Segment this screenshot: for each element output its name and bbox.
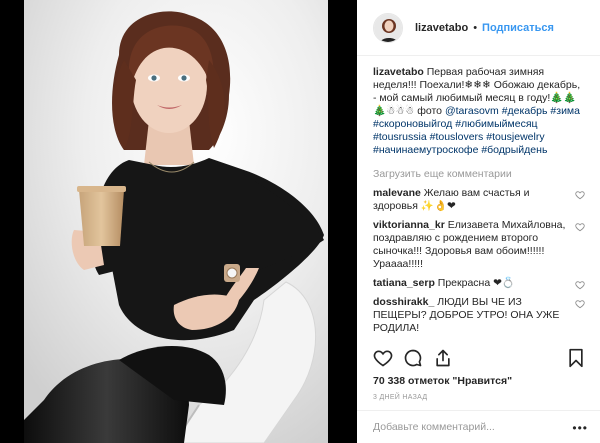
bookmark-icon[interactable] [567, 348, 585, 368]
follow-button[interactable]: Подписаться [482, 22, 554, 34]
header-separator: • [473, 21, 478, 34]
comment-username[interactable]: malevane [373, 187, 421, 199]
header-username[interactable]: lizavetabo [415, 22, 468, 34]
comment-username[interactable]: dosshirakk_ [373, 296, 434, 308]
post-actions [373, 348, 585, 370]
post-timestamp: 3 ДНЕЙ НАЗАД [373, 394, 428, 401]
avatar-image [374, 13, 402, 42]
post-photo[interactable] [24, 0, 328, 443]
small-heart-icon[interactable] [575, 299, 585, 309]
caption-username[interactable]: lizavetabo [373, 66, 424, 78]
post-header: lizavetabo • Подписаться [357, 0, 600, 56]
caption-mention[interactable]: @tarasovm [445, 105, 499, 117]
comment-item: viktorianna_kr Елизавета Михайловна, поз… [373, 219, 585, 271]
comment-item: tatiana_serp Прекрасна ❤💍 [373, 277, 585, 290]
small-heart-icon[interactable] [575, 222, 585, 232]
post-caption: lizavetabo Первая рабочая зимняя неделя!… [373, 66, 585, 157]
small-heart-icon[interactable] [575, 280, 585, 290]
add-comment-input[interactable] [373, 421, 573, 433]
photo-frame-left [0, 0, 24, 443]
speech-bubble-icon[interactable] [403, 348, 423, 368]
photo-illustration [24, 0, 328, 443]
comment-item: malevane Желаю вам счастья и здоровья ✨👌… [373, 187, 585, 213]
load-more-comments-button[interactable]: Загрузить еще комментарии [373, 168, 585, 181]
comment-text: Прекрасна ❤💍 [437, 277, 515, 289]
small-heart-icon[interactable] [575, 190, 585, 200]
post-side-panel: lizavetabo • Подписаться lizavetabo Перв… [357, 0, 600, 443]
comment-item: dosshirakk_ ЛЮДИ ВЫ ЧЕ ИЗ ПЕЩЕРЫ? ДОБРОЕ… [373, 296, 585, 335]
comment-username[interactable]: tatiana_serp [373, 277, 435, 289]
add-comment-bar [357, 410, 600, 443]
likes-count[interactable]: 70 338 отметок "Нравится" [373, 375, 512, 387]
heart-outline-icon[interactable] [373, 348, 393, 368]
comment-username[interactable]: viktorianna_kr [373, 219, 445, 231]
photo-frame-right [328, 0, 357, 443]
avatar[interactable] [373, 12, 403, 43]
comment-section: lizavetabo Первая рабочая зимняя неделя!… [373, 66, 585, 335]
more-options-icon[interactable]: ••• [572, 421, 588, 435]
share-arrow-icon[interactable] [433, 348, 453, 368]
